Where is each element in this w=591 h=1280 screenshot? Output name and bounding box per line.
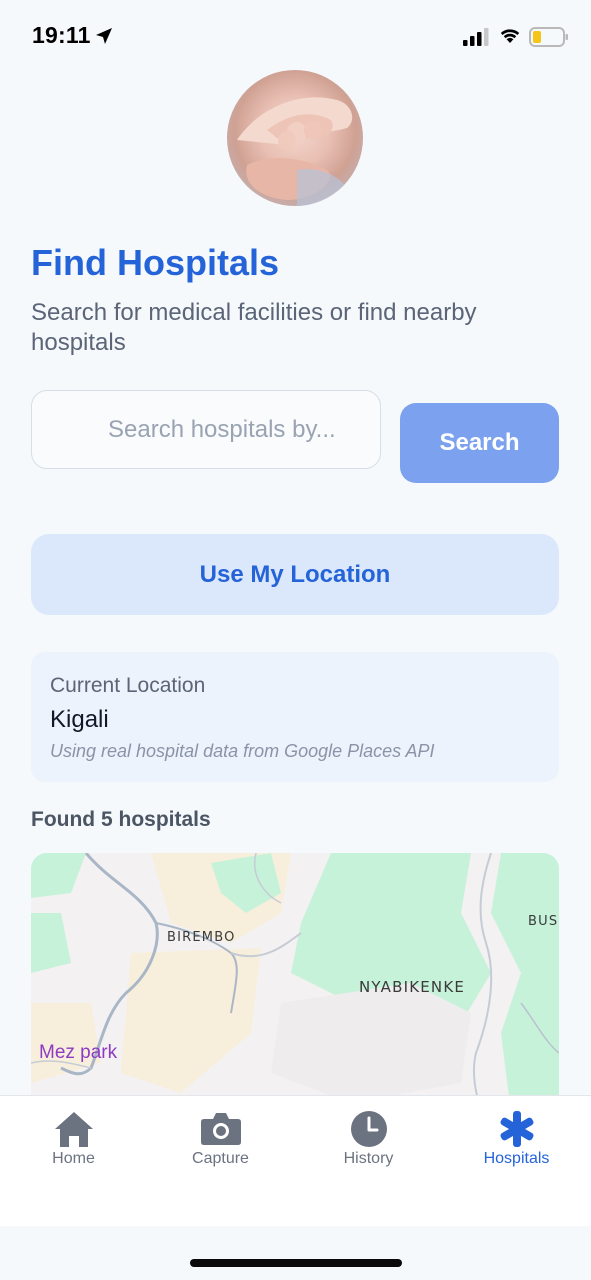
tab-capture[interactable]: Capture: [147, 1096, 294, 1186]
tab-label: Capture: [192, 1150, 249, 1167]
map-label-bus: BUS: [528, 914, 559, 929]
tab-history[interactable]: History: [295, 1096, 442, 1186]
status-time: 19:11: [32, 22, 91, 48]
map-label-birembo: BIREMBO: [167, 930, 236, 945]
cellular-signal-icon: [463, 28, 489, 46]
current-location-label: Current Location: [50, 674, 206, 697]
home-indicator[interactable]: [190, 1259, 402, 1267]
bottom-safe-area: [0, 1226, 591, 1280]
search-button[interactable]: Search: [400, 403, 559, 483]
asterisk-medical-icon: [500, 1111, 533, 1147]
tab-label: Home: [52, 1150, 95, 1167]
page-subtitle: Search for medical facilities or find ne…: [31, 299, 477, 356]
data-source-note: Using real hospital data from Google Pla…: [50, 741, 435, 761]
baby-hand-image: [237, 97, 353, 206]
results-count: Found 5 hospitals: [31, 808, 211, 831]
current-location-card: Current Location Kigali Using real hospi…: [31, 652, 559, 782]
battery-icon: [529, 27, 568, 47]
wifi-icon: [500, 29, 520, 43]
tab-home[interactable]: Home: [0, 1096, 147, 1186]
status-bar: 19:11: [0, 0, 591, 72]
map-tiles: [31, 853, 559, 1113]
tab-label: Hospitals: [483, 1150, 550, 1167]
hospital-map[interactable]: BIREMBO NYABIKENKE BUS Mez park: [31, 853, 559, 1113]
page-title: Find Hospitals: [31, 242, 280, 283]
avatar: [227, 70, 363, 206]
tab-label: History: [343, 1150, 394, 1167]
home-icon: [54, 1112, 93, 1147]
tab-hospitals[interactable]: Hospitals: [443, 1096, 590, 1186]
location-arrow-icon: [96, 28, 112, 44]
map-poi-mez-park[interactable]: Mez park: [39, 1042, 117, 1064]
map-label-nyabikenke: NYABIKENKE: [359, 978, 466, 996]
use-my-location-button[interactable]: Use My Location: [31, 534, 559, 615]
camera-icon: [200, 1113, 241, 1145]
search-input[interactable]: [31, 390, 381, 469]
clock-icon: [350, 1111, 387, 1147]
current-location-city: Kigali: [50, 706, 109, 733]
bottom-tab-bar: Home Capture History Hospitals: [0, 1095, 591, 1226]
